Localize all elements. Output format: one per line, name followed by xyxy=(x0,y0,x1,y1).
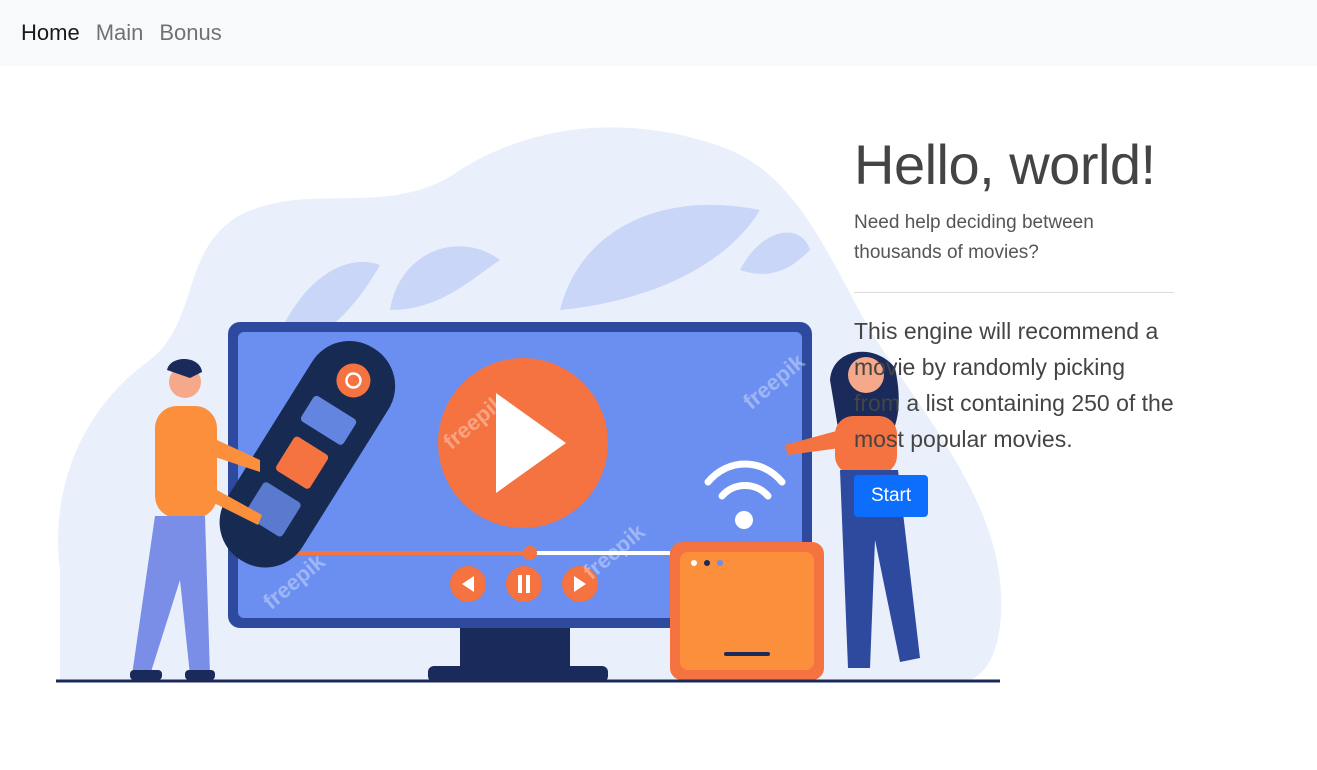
nav-link-bonus[interactable]: Bonus xyxy=(159,20,221,46)
hero-body: This engine will recommend a movie by ra… xyxy=(854,318,1174,452)
hero-title: Hello, world! xyxy=(854,133,1156,196)
nav-link-home[interactable]: Home xyxy=(21,20,80,46)
hero-lead: Need help deciding between thousands of … xyxy=(854,212,1094,263)
start-button[interactable]: Start xyxy=(854,475,929,517)
hero-divider xyxy=(854,292,1174,293)
top-navbar: Home Main Bonus xyxy=(0,0,1317,66)
monitor-neck xyxy=(460,628,570,670)
hero-text-panel: Hello, world! Need help deciding between… xyxy=(854,128,1174,517)
nav-link-main[interactable]: Main xyxy=(96,20,144,46)
pause-icon xyxy=(506,566,542,602)
